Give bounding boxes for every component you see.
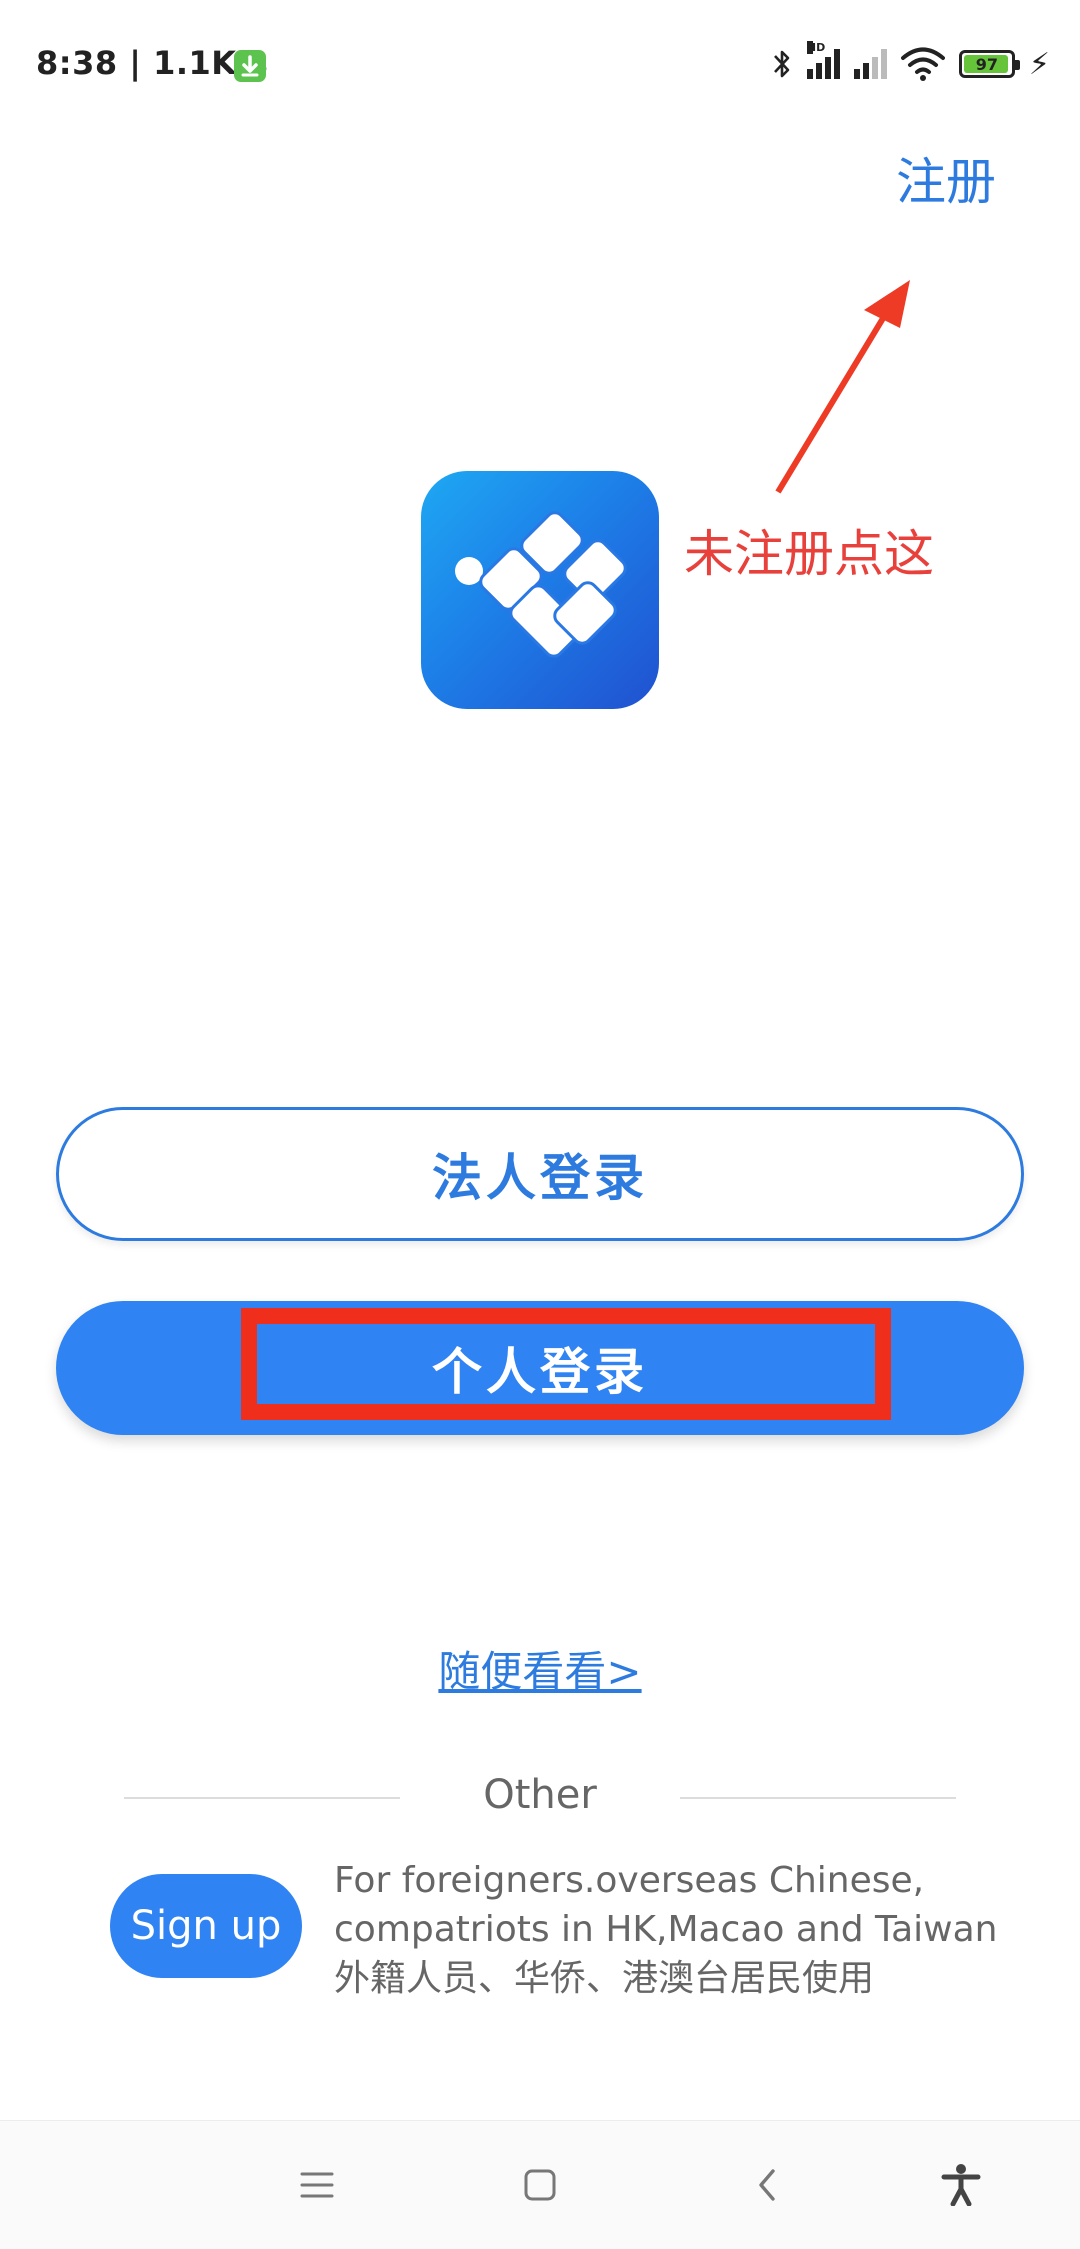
accessibility-icon[interactable] <box>938 2162 984 2208</box>
sign-up-button[interactable]: Sign up <box>110 1874 302 1978</box>
download-icon <box>234 50 266 82</box>
wifi-icon <box>900 47 945 81</box>
description-line: For foreigners.overseas Chinese, <box>334 1860 925 1901</box>
network-label: HD <box>806 41 826 54</box>
back-chevron-icon[interactable] <box>745 2162 791 2208</box>
battery-icon: 97 <box>958 50 1020 78</box>
app-logo <box>421 471 659 709</box>
battery-level: 97 <box>975 54 999 74</box>
home-square-icon[interactable] <box>517 2162 563 2208</box>
signal-1-icon: HD <box>806 41 840 79</box>
legal-person-login-button[interactable]: 法人登录 <box>56 1107 1024 1241</box>
foreigner-description: For foreigners.overseas Chinese, compatr… <box>334 1856 997 2003</box>
description-line: 外籍人员、华侨、港澳台居民使用 <box>334 1958 875 1999</box>
other-label: Other <box>483 1772 597 1818</box>
status-icons: HD 97 ⚡ <box>771 41 1050 84</box>
charging-icon: ⚡ <box>1028 46 1050 82</box>
description-line: compatriots in HK,Macao and Taiwan <box>334 1909 998 1950</box>
annotation-text: 未注册点这 <box>684 525 934 583</box>
register-link[interactable]: 注册 <box>896 142 996 214</box>
menu-icon[interactable] <box>294 2162 340 2208</box>
signal-2-icon <box>853 49 887 79</box>
annotation-arrow <box>775 280 910 494</box>
bluetooth-icon <box>773 50 790 78</box>
browse-link[interactable]: 随便看看> <box>0 1638 1080 1699</box>
highlight-box <box>241 1308 891 1420</box>
